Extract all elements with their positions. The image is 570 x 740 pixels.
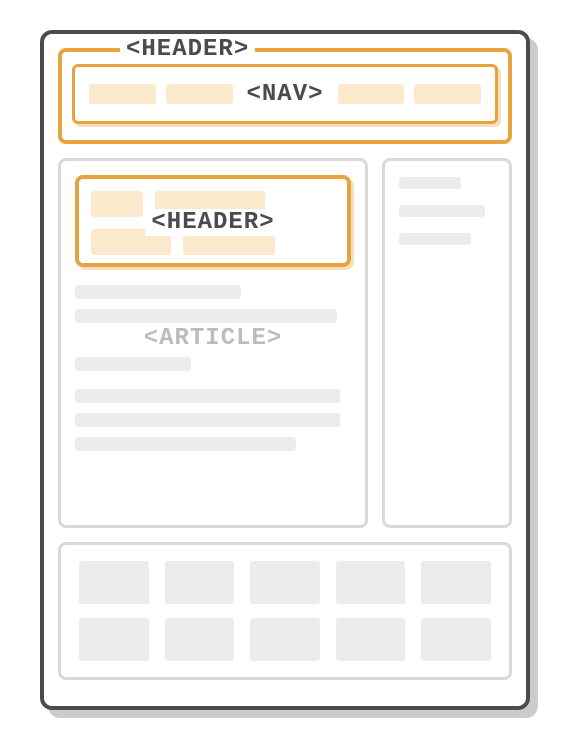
footer-cell-placeholder xyxy=(250,561,320,604)
footer-region xyxy=(58,542,512,680)
footer-cell-placeholder xyxy=(250,618,320,661)
article-region: <HEADER> <ARTICLE> xyxy=(58,158,368,528)
nav-tag-label: <NAV> xyxy=(243,81,328,108)
text-line-placeholder xyxy=(75,309,337,323)
article-tag-label: <ARTICLE> xyxy=(138,325,289,352)
text-line-placeholder xyxy=(75,437,296,451)
footer-cell-placeholder xyxy=(421,618,491,661)
aside-region xyxy=(382,158,512,528)
nav-region: <NAV> xyxy=(72,64,498,124)
text-line-placeholder xyxy=(75,413,340,427)
page-wireframe: <HEADER> <NAV> <HEADER> <ARTICLE> xyxy=(40,30,530,710)
article-header-block xyxy=(91,191,143,217)
aside-line-placeholder xyxy=(399,177,461,189)
footer-cell-placeholder xyxy=(165,618,235,661)
text-line-placeholder xyxy=(75,285,241,299)
aside-line-placeholder xyxy=(399,233,471,245)
aside-line-placeholder xyxy=(399,205,485,217)
footer-cell-placeholder xyxy=(79,618,149,661)
text-line-placeholder xyxy=(75,357,191,371)
footer-cell-placeholder xyxy=(79,561,149,604)
nav-item-placeholder xyxy=(89,84,156,104)
footer-cell-placeholder xyxy=(421,561,491,604)
nav-item-placeholder xyxy=(414,84,481,104)
nav-item-placeholder xyxy=(166,84,233,104)
nav-item-placeholder xyxy=(338,84,405,104)
article-header-tag-label: <HEADER> xyxy=(145,209,280,236)
site-header-region: <HEADER> <NAV> xyxy=(58,48,512,144)
main-row: <HEADER> <ARTICLE> xyxy=(58,158,512,528)
header-tag-label: <HEADER> xyxy=(120,36,255,63)
article-header-region: <HEADER> xyxy=(75,175,351,267)
footer-cell-placeholder xyxy=(336,618,406,661)
article-label-row: <ARTICLE> xyxy=(75,333,351,347)
text-line-placeholder xyxy=(75,389,340,403)
footer-cell-placeholder xyxy=(336,561,406,604)
footer-cell-placeholder xyxy=(165,561,235,604)
